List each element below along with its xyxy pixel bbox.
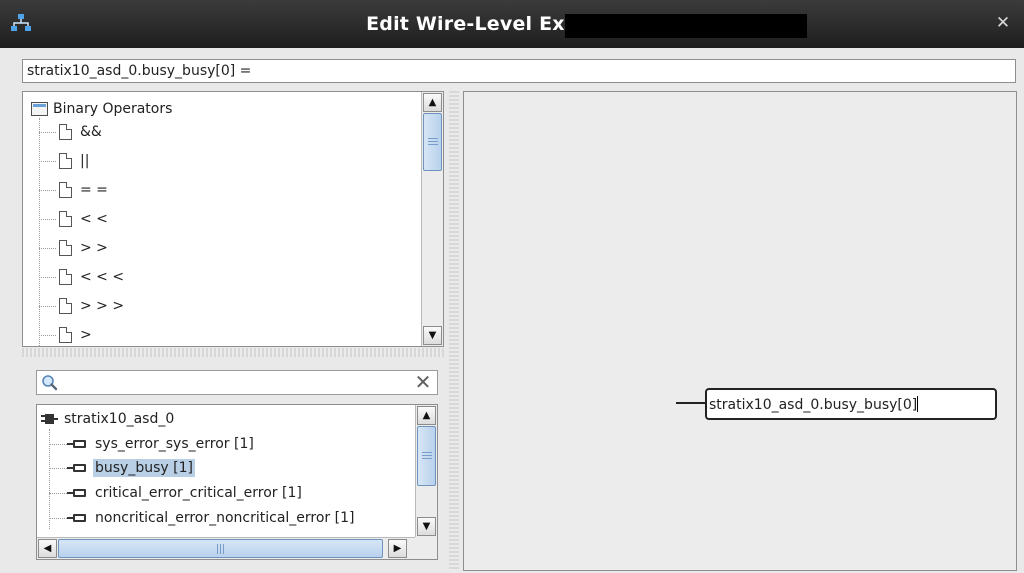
wire-node[interactable]: stratix10_asd_0.busy_busy[0] <box>705 388 997 420</box>
document-icon <box>59 269 72 285</box>
scroll-left-button[interactable]: ◀ <box>38 539 57 558</box>
scroll-grip <box>422 458 432 459</box>
scroll-grip <box>428 144 438 145</box>
port-icon <box>67 439 87 449</box>
operator-item[interactable]: > > > <box>39 295 124 317</box>
tree-branch <box>49 492 67 494</box>
scroll-thumb[interactable] <box>417 426 436 486</box>
scroll-grip <box>428 138 438 139</box>
expression-field[interactable]: stratix10_asd_0.busy_busy[0] = <box>22 59 1016 83</box>
signal-item-selected[interactable]: busy_busy [1] <box>49 457 195 479</box>
scroll-grip <box>422 452 432 453</box>
operator-label: && <box>80 124 102 140</box>
signals-tree: stratix10_asd_0 sys_error_sys_error [1] … <box>37 405 415 537</box>
text-caret <box>917 396 919 412</box>
operator-item[interactable]: || <box>39 150 89 172</box>
tree-node-module[interactable]: stratix10_asd_0 <box>41 409 174 429</box>
scroll-grip <box>220 544 221 554</box>
document-icon <box>59 182 72 198</box>
clear-icon[interactable]: ✕ <box>413 372 433 392</box>
signal-item[interactable]: noncritical_error_noncritical_error [1] <box>49 507 356 529</box>
tree-branch <box>39 131 56 133</box>
signal-item[interactable]: sys_error_sys_error [1] <box>49 433 256 455</box>
scroll-down-button[interactable]: ▼ <box>417 517 436 536</box>
scroll-thumb[interactable] <box>58 539 383 558</box>
operator-label: < < <box>80 211 108 227</box>
signal-item[interactable]: critical_error_critical_error [1] <box>49 482 304 504</box>
signals-vertical-scrollbar[interactable]: ▲ ▼ <box>415 405 437 537</box>
window-title: Edit Wire-Level Expression <box>366 13 658 35</box>
operator-item[interactable]: > <box>39 324 92 346</box>
operators-vertical-scrollbar[interactable]: ▲ ▼ <box>421 92 443 346</box>
tree-branch <box>39 334 56 336</box>
title-bar: Edit Wire-Level Expression ✕ <box>0 0 1024 48</box>
module-label: stratix10_asd_0 <box>64 411 175 427</box>
redacted-region <box>565 14 807 38</box>
tree-branch <box>49 517 67 519</box>
signals-tree-panel: stratix10_asd_0 sys_error_sys_error [1] … <box>36 404 438 560</box>
search-icon <box>42 375 58 391</box>
tree-branch <box>39 247 56 249</box>
document-icon <box>59 327 72 343</box>
operators-tree-panel: Binary Operators && || = = < < > > < < <… <box>22 91 444 347</box>
folder-icon <box>31 102 48 116</box>
scroll-corner <box>415 537 437 559</box>
document-icon <box>59 240 72 256</box>
document-icon <box>59 124 72 140</box>
operators-tree: Binary Operators && || = = < < > > < < <… <box>23 92 421 346</box>
wire-line <box>676 402 706 404</box>
module-icon <box>41 414 58 424</box>
port-icon <box>67 488 87 498</box>
document-icon <box>59 153 72 169</box>
scroll-grip <box>217 544 218 554</box>
tree-node-label: Binary Operators <box>53 101 173 117</box>
document-icon <box>59 211 72 227</box>
close-icon[interactable]: ✕ <box>992 12 1014 34</box>
operator-label: || <box>80 153 90 169</box>
port-icon <box>67 463 87 473</box>
horizontal-splitter[interactable] <box>22 348 444 357</box>
signal-label: busy_busy [1] <box>93 459 195 477</box>
tree-branch <box>49 443 67 445</box>
operator-item[interactable]: && <box>39 121 102 143</box>
tree-branch <box>39 305 56 307</box>
tree-branch <box>39 160 56 162</box>
port-icon <box>67 513 87 523</box>
signals-horizontal-scrollbar[interactable]: ◀ ▶ <box>37 537 415 559</box>
operator-label: < < < <box>80 269 125 285</box>
signal-label: noncritical_error_noncritical_error [1] <box>95 510 355 526</box>
operator-label: = = <box>80 182 108 198</box>
operator-item[interactable]: < < < <box>39 266 124 288</box>
scroll-up-button[interactable]: ▲ <box>423 93 442 112</box>
operator-label: > > > <box>80 298 125 314</box>
tree-branch <box>49 467 67 469</box>
vertical-splitter[interactable] <box>449 91 459 571</box>
signal-search-input[interactable]: ✕ <box>36 370 438 395</box>
scroll-grip <box>223 544 224 554</box>
operator-label: > <box>80 327 92 343</box>
operator-label: > > <box>80 240 108 256</box>
document-icon <box>59 298 72 314</box>
tree-node-binary-operators[interactable]: Binary Operators <box>31 100 172 118</box>
signal-label: critical_error_critical_error [1] <box>95 485 302 501</box>
tree-branch <box>39 276 56 278</box>
operator-item[interactable]: > > <box>39 237 108 259</box>
scroll-right-button[interactable]: ▶ <box>388 539 407 558</box>
scroll-grip <box>422 455 432 456</box>
tree-branch <box>39 218 56 220</box>
scroll-grip <box>428 141 438 142</box>
scroll-thumb[interactable] <box>423 113 442 171</box>
operator-item[interactable]: = = <box>39 179 108 201</box>
wire-node-label: stratix10_asd_0.busy_busy[0] <box>709 397 918 413</box>
tree-branch <box>39 189 56 191</box>
signal-label: sys_error_sys_error [1] <box>95 436 254 452</box>
scroll-up-button[interactable]: ▲ <box>417 406 436 425</box>
scroll-down-button[interactable]: ▼ <box>423 326 442 345</box>
expression-canvas[interactable]: stratix10_asd_0.busy_busy[0] <box>463 91 1017 571</box>
operator-item[interactable]: < < <box>39 208 108 230</box>
